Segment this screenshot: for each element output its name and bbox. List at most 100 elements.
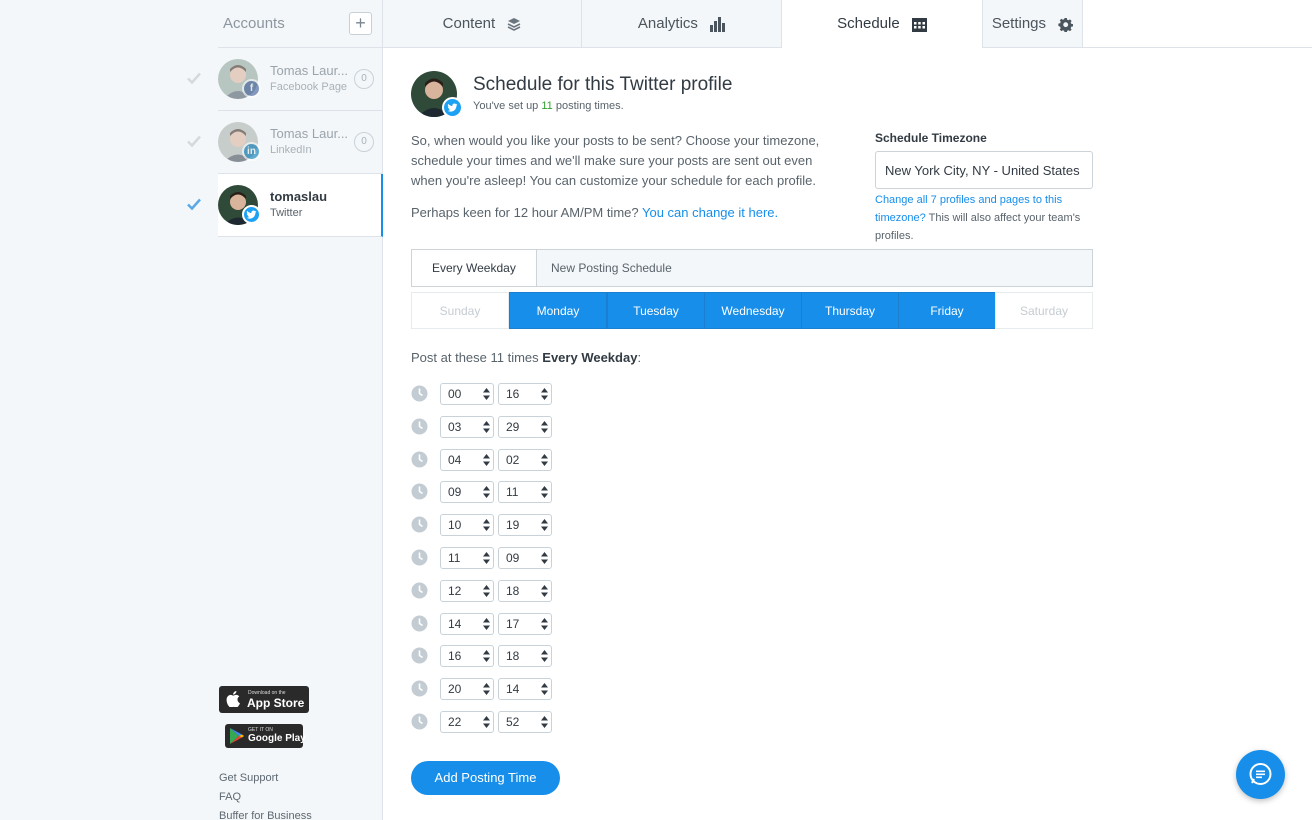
check-icon	[187, 135, 201, 148]
minute-select[interactable]: 16	[498, 383, 552, 405]
clock-icon	[411, 483, 428, 500]
minute-select[interactable]: 29	[498, 416, 552, 438]
profile-item-linkedin[interactable]: in Tomas Laur... LinkedIn 0	[187, 111, 383, 174]
hour-value: 11	[448, 551, 461, 565]
profile-name: tomaslau	[270, 189, 328, 204]
day-friday[interactable]: Friday	[898, 292, 996, 329]
check-icon	[187, 198, 201, 211]
google-play-big-text: Google Play	[248, 733, 306, 744]
chat-icon	[1249, 763, 1272, 785]
minute-select[interactable]: 18	[498, 645, 552, 667]
profile-type: Twitter	[270, 207, 303, 219]
minute-value: 19	[506, 518, 520, 532]
minute-value: 17	[506, 617, 520, 631]
select-arrows-icon	[541, 650, 548, 662]
time-row: 04 02	[411, 449, 561, 471]
tab-analytics[interactable]: Analytics	[582, 0, 782, 48]
minute-select[interactable]: 52	[498, 711, 552, 733]
clock-icon	[411, 582, 428, 599]
accounts-header: Accounts +	[218, 0, 383, 48]
apple-icon	[226, 691, 240, 707]
schedule-tab-new[interactable]: New Posting Schedule	[537, 250, 686, 286]
app-store-big-text: App Store	[247, 696, 305, 710]
hour-select[interactable]: 20	[440, 678, 494, 700]
timezone-input[interactable]	[875, 151, 1093, 189]
hour-select[interactable]: 22	[440, 711, 494, 733]
hour-select[interactable]: 16	[440, 645, 494, 667]
select-arrows-icon	[541, 618, 548, 630]
hour-select[interactable]: 12	[440, 580, 494, 602]
timezone-note: Change all 7 profiles and pages to this …	[875, 194, 1081, 242]
bar-chart-icon	[710, 16, 726, 32]
page-title: Schedule for this Twitter profile	[473, 74, 733, 95]
select-arrows-icon	[483, 486, 490, 498]
add-posting-time-button[interactable]: Add Posting Time	[411, 761, 560, 795]
day-monday[interactable]: Monday	[509, 292, 607, 329]
time-row: 09 11	[411, 481, 561, 503]
select-arrows-icon	[541, 716, 548, 728]
day-saturday[interactable]: Saturday	[995, 292, 1093, 329]
select-arrows-icon	[541, 388, 548, 400]
profile-item-twitter[interactable]: tomaslau Twitter	[187, 174, 383, 237]
calendar-icon	[911, 17, 927, 32]
hour-select[interactable]: 03	[440, 416, 494, 438]
select-arrows-icon	[541, 585, 548, 597]
hour-select[interactable]: 00	[440, 383, 494, 405]
change-time-format-link[interactable]: You can change it here.	[642, 205, 778, 220]
minute-select[interactable]: 02	[498, 449, 552, 471]
clock-icon	[411, 516, 428, 533]
select-arrows-icon	[483, 585, 490, 597]
twitter-badge-icon	[242, 205, 261, 224]
accounts-title: Accounts	[223, 15, 285, 32]
faq-link[interactable]: FAQ	[219, 791, 241, 803]
add-account-button[interactable]: +	[349, 12, 372, 35]
schedule-tabs: Every Weekday New Posting Schedule	[411, 249, 1093, 287]
minute-select[interactable]: 19	[498, 514, 552, 536]
select-arrows-icon	[483, 683, 490, 695]
main-tabs: Content Analytics Schedule Settings	[383, 0, 1312, 48]
day-thursday[interactable]: Thursday	[801, 292, 899, 329]
time-row: 10 19	[411, 514, 561, 536]
google-play-button[interactable]: GET IT ON Google Play	[225, 724, 306, 748]
minute-select[interactable]: 09	[498, 547, 552, 569]
day-wednesday[interactable]: Wednesday	[704, 292, 802, 329]
schedule-tab-every-weekday[interactable]: Every Weekday	[412, 250, 537, 286]
minute-value: 16	[506, 387, 520, 401]
tab-label: Schedule	[837, 15, 900, 32]
get-support-link[interactable]: Get Support	[219, 772, 278, 784]
hour-value: 14	[448, 617, 462, 631]
tab-schedule[interactable]: Schedule	[782, 0, 983, 48]
time-row: 12 18	[411, 580, 561, 602]
hour-value: 00	[448, 387, 462, 401]
minute-select[interactable]: 11	[498, 481, 552, 503]
profile-item-facebook[interactable]: f Tomas Laur... Facebook Page 0	[187, 48, 383, 111]
minute-select[interactable]: 14	[498, 678, 552, 700]
page-subtitle: You've set up 11 posting times.	[473, 100, 624, 112]
tab-content[interactable]: Content	[383, 0, 582, 48]
chat-button[interactable]	[1236, 750, 1285, 799]
day-tuesday[interactable]: Tuesday	[607, 292, 705, 329]
select-arrows-icon	[483, 552, 490, 564]
hour-select[interactable]: 11	[440, 547, 494, 569]
minute-value: 02	[506, 453, 520, 467]
minute-select[interactable]: 18	[498, 580, 552, 602]
tab-settings[interactable]: Settings	[983, 0, 1083, 48]
select-arrows-icon	[483, 519, 490, 531]
buffer-for-business-link[interactable]: Buffer for Business	[219, 810, 312, 820]
minute-value: 14	[506, 682, 520, 696]
hour-select[interactable]: 09	[440, 481, 494, 503]
select-arrows-icon	[541, 454, 548, 466]
select-arrows-icon	[483, 421, 490, 433]
clock-icon	[411, 713, 428, 730]
day-sunday[interactable]: Sunday	[411, 292, 509, 329]
app-store-button[interactable]: Download on the App Store	[219, 686, 309, 713]
hour-select[interactable]: 04	[440, 449, 494, 471]
hour-value: 03	[448, 420, 462, 434]
minute-value: 09	[506, 551, 520, 565]
hour-select[interactable]: 14	[440, 613, 494, 635]
clock-icon	[411, 451, 428, 468]
facebook-badge-icon: f	[242, 79, 261, 98]
minute-value: 52	[506, 715, 520, 729]
hour-select[interactable]: 10	[440, 514, 494, 536]
minute-select[interactable]: 17	[498, 613, 552, 635]
